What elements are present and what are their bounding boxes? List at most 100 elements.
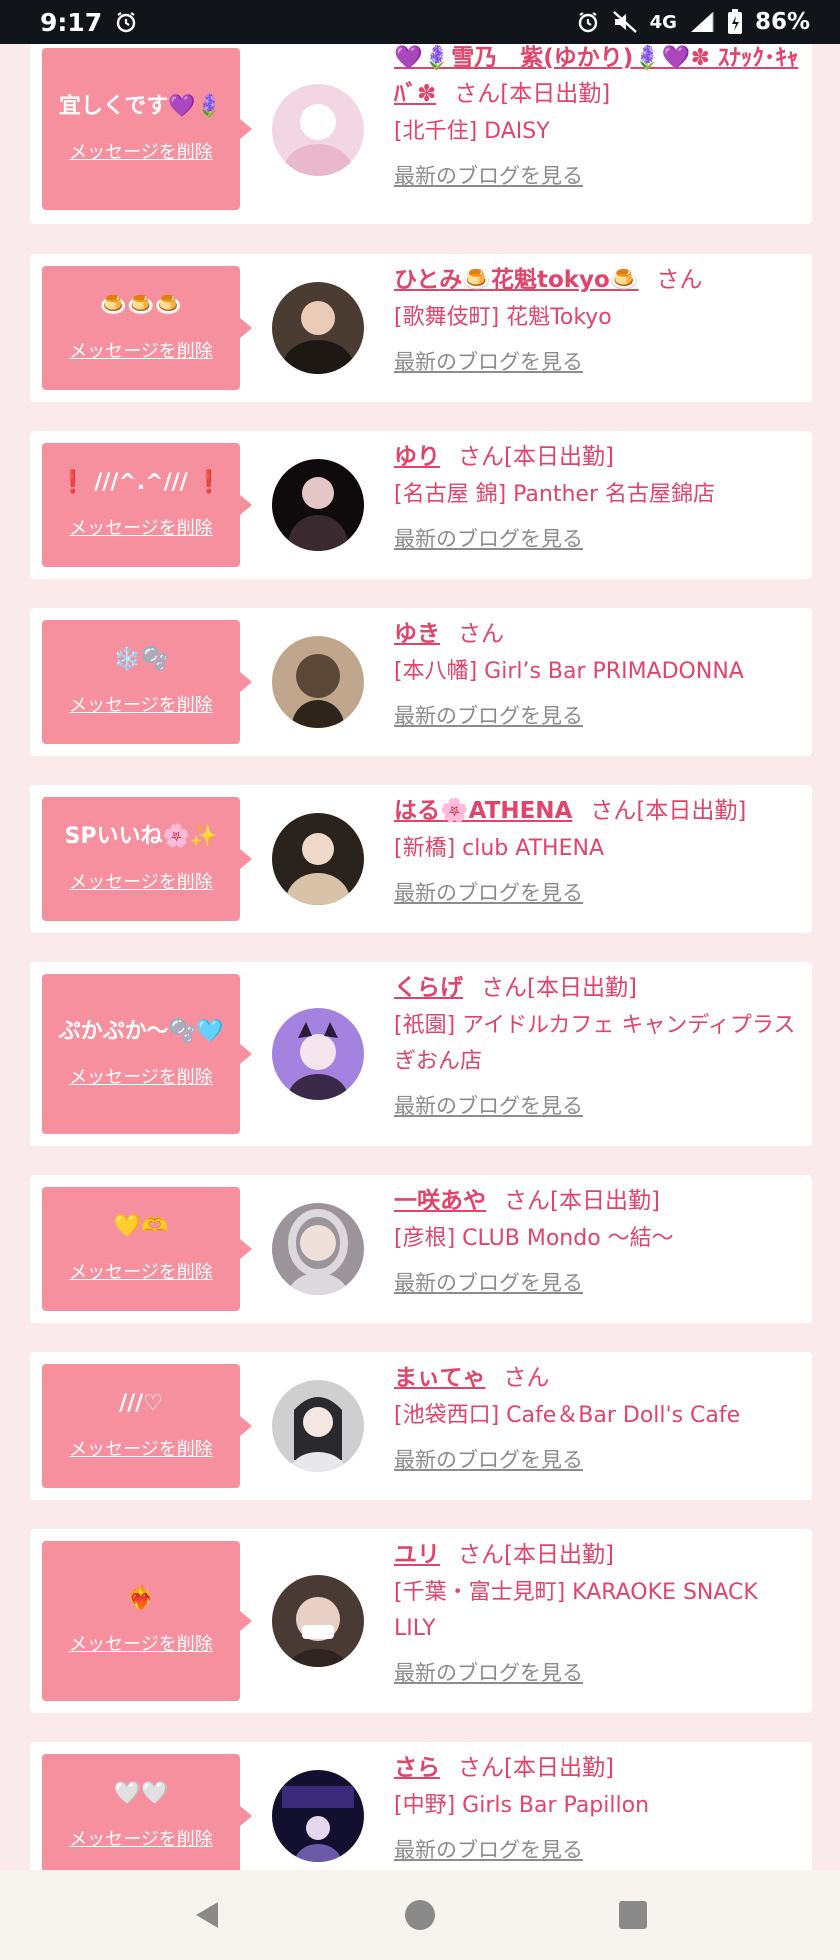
list-item: 🍮🍮🍮 メッセージを削除 ひとみ🍮花魁tokyo🍮 さん [歌舞伎町] 花魁Tok… [30, 254, 812, 402]
message-bubble: 宜しくです💜🪻 メッセージを削除 [42, 48, 252, 210]
network-type: 4G [649, 11, 677, 33]
status-right: 4G 86% [576, 9, 810, 35]
avatar[interactable] [272, 1203, 364, 1295]
name-suffix: さん[本日出勤] [458, 1542, 614, 1568]
girl-name-link[interactable]: ひとみ🍮花魁tokyo🍮 [394, 267, 638, 293]
navigation-bar [0, 1870, 840, 1960]
delete-message-link[interactable]: メッセージを削除 [69, 1063, 213, 1089]
item-info: ゆき さん [本八幡] Girl’s Bar PRIMADONNA 最新のブログを… [394, 616, 804, 730]
avatar[interactable] [272, 84, 364, 176]
avatar[interactable] [272, 1770, 364, 1862]
message-text: ❗ ///^.^/// ❗ [59, 469, 223, 495]
delete-message-link[interactable]: メッセージを削除 [69, 1825, 213, 1851]
name-suffix: さん[本日出勤] [481, 975, 637, 1001]
name-line: ひとみ🍮花魁tokyo🍮 さん [394, 262, 804, 298]
message-bubble: SPいいね🌸✨ メッセージを削除 [42, 797, 252, 921]
delete-message-link[interactable]: メッセージを削除 [69, 1630, 213, 1656]
message-bubble: 🤍🤍 メッセージを削除 [42, 1754, 252, 1870]
girl-name-link[interactable]: 一咲あや [394, 1188, 486, 1214]
status-left: 9:17 [40, 8, 138, 37]
latest-blog-link[interactable]: 最新のブログを見る [394, 346, 583, 376]
latest-blog-link[interactable]: 最新のブログを見る [394, 1444, 583, 1474]
message-text: 🍮🍮🍮 [99, 292, 183, 318]
girl-name-link[interactable]: くらげ [394, 975, 463, 1001]
list-item: 🤍🤍 メッセージを削除 さら さん[本日出勤] [中野] Girls Bar Pa… [30, 1742, 812, 1870]
message-list[interactable]: 宜しくです💜🪻 メッセージを削除 💜🪻雪乃 紫(ゆかり)🪻💜✽ ｽﾅｯｸ･ｷｬﾊ… [0, 44, 840, 1870]
latest-blog-link[interactable]: 最新のブログを見る [394, 1657, 583, 1687]
avatar[interactable] [272, 1380, 364, 1472]
list-item: ❄️🫧 メッセージを削除 ゆき さん [本八幡] Girl’s Bar PRIMA… [30, 608, 812, 756]
list-item: ///♡ メッセージを削除 まぃてゃ さん [池袋西口] Cafe＆Bar Dol… [30, 1352, 812, 1500]
message-bubble: 🍮🍮🍮 メッセージを削除 [42, 266, 252, 390]
message-text: 🤍🤍 [113, 1780, 169, 1806]
girl-name-link[interactable]: まぃてゃ [394, 1365, 486, 1391]
avatar[interactable] [272, 459, 364, 551]
girl-name-link[interactable]: ゆき [394, 621, 440, 647]
shop-name: [池袋西口] Cafe＆Bar Doll's Cafe [394, 1403, 741, 1428]
delete-message-link[interactable]: メッセージを削除 [69, 1258, 213, 1284]
name-line: まぃてゃ さん [394, 1360, 804, 1396]
delete-message-link[interactable]: メッセージを削除 [69, 514, 213, 540]
message-bubble: ///♡ メッセージを削除 [42, 1364, 252, 1488]
delete-message-link[interactable]: メッセージを削除 [69, 868, 213, 894]
latest-blog-link[interactable]: 最新のブログを見る [394, 1834, 583, 1864]
message-bubble: ❄️🫧 メッセージを削除 [42, 620, 252, 744]
avatar[interactable] [272, 1575, 364, 1667]
avatar[interactable] [272, 282, 364, 374]
girl-name-link[interactable]: はる🌸ATHENA [394, 798, 572, 824]
item-info: 一咲あや さん[本日出勤] [彦根] CLUB Mondo 〜結〜 最新のブログを… [394, 1183, 804, 1297]
list-item: ぷかぷか〜🫧🩵 メッセージを削除 くらげ さん[本日出勤] [祇園] アイドルカフ… [30, 962, 812, 1146]
item-info: くらげ さん[本日出勤] [祇園] アイドルカフェ キャンディプラス ぎおん店 最… [394, 970, 804, 1120]
avatar[interactable] [272, 636, 364, 728]
name-suffix: さん[本日出勤] [458, 444, 614, 470]
list-item: 宜しくです💜🪻 メッセージを削除 💜🪻雪乃 紫(ゆかり)🪻💜✽ ｽﾅｯｸ･ｷｬﾊ… [30, 44, 812, 224]
recents-icon[interactable] [603, 1885, 663, 1945]
name-line: 一咲あや さん[本日出勤] [394, 1183, 804, 1219]
shop-name: [北千住] DAISY [394, 119, 550, 144]
avatar[interactable] [272, 1008, 364, 1100]
signal-icon [689, 10, 715, 34]
name-line: くらげ さん[本日出勤] [394, 970, 804, 1006]
delete-message-link[interactable]: メッセージを削除 [69, 691, 213, 717]
shop-name: [中野] Girls Bar Papillon [394, 1793, 650, 1818]
name-suffix: さん [458, 621, 504, 647]
delete-message-link[interactable]: メッセージを削除 [69, 337, 213, 363]
delete-message-link[interactable]: メッセージを削除 [69, 1435, 213, 1461]
battery-icon [727, 9, 743, 35]
message-text: 💛🫶 [113, 1213, 169, 1239]
girl-name-link[interactable]: ユリ [394, 1542, 440, 1568]
girl-name-link[interactable]: ゆり [394, 444, 440, 470]
item-info: まぃてゃ さん [池袋西口] Cafe＆Bar Doll's Cafe 最新のブロ… [394, 1360, 804, 1474]
latest-blog-link[interactable]: 最新のブログを見る [394, 1267, 583, 1297]
shop-name: [名古屋 錦] Panther 名古屋錦店 [394, 482, 715, 507]
name-suffix: さん[本日出勤] [504, 1188, 660, 1214]
latest-blog-link[interactable]: 最新のブログを見る [394, 877, 583, 907]
name-suffix: さん[本日出勤] [590, 798, 747, 824]
shop-name: [新橋] club ATHENA [394, 836, 604, 861]
name-suffix: さん[本日出勤] [458, 1755, 614, 1781]
name-line: 💜🪻雪乃 紫(ゆかり)🪻💜✽ ｽﾅｯｸ･ｷｬﾊﾞ✽ さん[本日出勤] [394, 44, 804, 112]
name-suffix: さん [656, 267, 703, 293]
message-text: ❄️🫧 [113, 646, 169, 672]
list-item: 💛🫶 メッセージを削除 一咲あや さん[本日出勤] [彦根] CLUB Mondo… [30, 1175, 812, 1323]
message-text: SPいいね🌸✨ [64, 823, 218, 849]
latest-blog-link[interactable]: 最新のブログを見る [394, 523, 583, 553]
latest-blog-link[interactable]: 最新のブログを見る [394, 1090, 583, 1120]
item-info: ゆり さん[本日出勤] [名古屋 錦] Panther 名古屋錦店 最新のブログを… [394, 439, 804, 553]
message-bubble: 💛🫶 メッセージを削除 [42, 1187, 252, 1311]
shop-name: [本八幡] Girl’s Bar PRIMADONNA [394, 659, 744, 684]
back-icon[interactable] [177, 1885, 237, 1945]
avatar[interactable] [272, 813, 364, 905]
message-bubble: ❗ ///^.^/// ❗ メッセージを削除 [42, 443, 252, 567]
alarm-icon [576, 10, 600, 34]
item-info: さら さん[本日出勤] [中野] Girls Bar Papillon 最新のブロ… [394, 1750, 804, 1864]
shop-name: [祇園] アイドルカフェ キャンディプラス ぎおん店 [394, 1013, 796, 1074]
delete-message-link[interactable]: メッセージを削除 [69, 138, 213, 164]
girl-name-link[interactable]: さら [394, 1755, 440, 1781]
latest-blog-link[interactable]: 最新のブログを見る [394, 160, 583, 190]
latest-blog-link[interactable]: 最新のブログを見る [394, 700, 583, 730]
alarm-icon [114, 10, 138, 34]
home-icon[interactable] [390, 1885, 450, 1945]
message-text: ///♡ [119, 1390, 163, 1416]
item-info: はる🌸ATHENA さん[本日出勤] [新橋] club ATHENA 最新のブロ… [394, 793, 804, 907]
